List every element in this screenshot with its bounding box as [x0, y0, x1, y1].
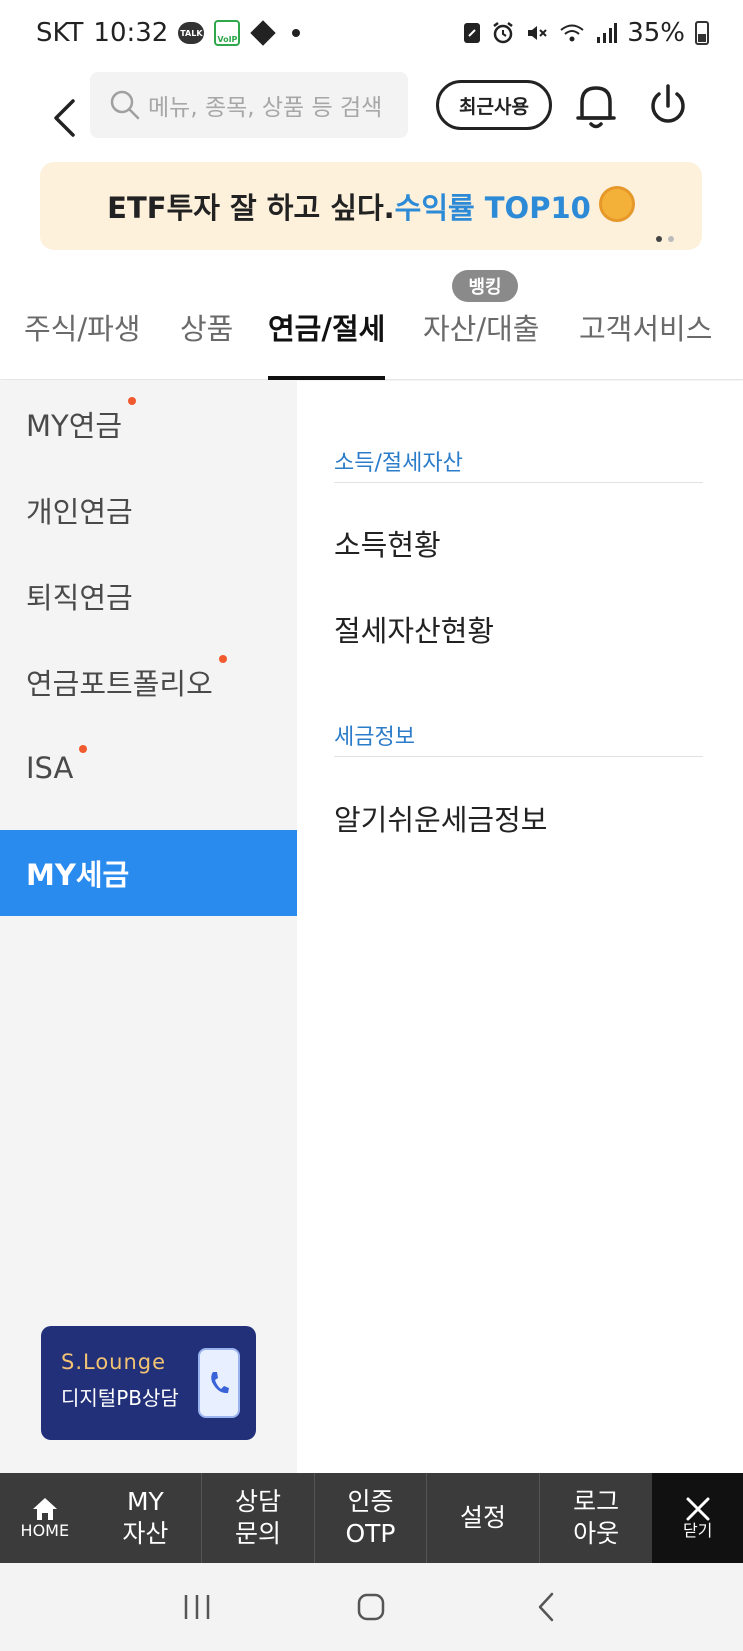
logout-power-button[interactable]: [646, 80, 690, 132]
settings-button[interactable]: 설정: [427, 1473, 540, 1563]
tab-assets-loans[interactable]: 자산/대출: [423, 306, 540, 380]
signal-icon: [597, 23, 618, 43]
banner-text: ETF투자 잘 하고 싶다.수익률 TOP10: [107, 191, 591, 225]
home-label: HOME: [20, 1521, 70, 1540]
home-button[interactable]: HOME: [0, 1473, 90, 1563]
square-home-icon: [358, 1593, 385, 1621]
recent-apps-icon: [184, 1595, 210, 1619]
nfc-icon: [464, 23, 481, 43]
notification-button[interactable]: [574, 80, 618, 132]
battery-icon: [695, 21, 709, 45]
recent-apps-button[interactable]: [177, 1587, 217, 1627]
new-dot: [79, 745, 88, 753]
alarm-icon: [493, 22, 513, 44]
banking-badge: 뱅킹: [452, 270, 518, 302]
new-dot: [218, 655, 227, 663]
my-assets-button[interactable]: MY 자산: [90, 1473, 203, 1563]
section-title-tax-info: 세금정보: [334, 707, 703, 757]
tab-pension-tax[interactable]: 연금/절세: [268, 306, 386, 380]
phone-icon: [198, 1348, 240, 1418]
banner-highlight: 수익률 TOP10: [394, 191, 591, 225]
search-placeholder: 메뉴, 종목, 상품 등 검색: [148, 95, 383, 121]
banner-pager: [656, 236, 674, 242]
medal-icon: [598, 186, 635, 222]
power-icon: [651, 84, 685, 123]
s-lounge-banner[interactable]: S.Lounge 디지털PB상담: [41, 1326, 256, 1440]
diamond-icon: [250, 20, 277, 46]
side-item-personal-pension[interactable]: 개인연금: [0, 467, 297, 553]
recent-used-button[interactable]: 최근사용: [436, 80, 552, 130]
pager-dot-active: [656, 236, 662, 242]
system-nav-bar: [0, 1563, 743, 1651]
battery-percent: 35%: [627, 18, 685, 48]
pager-dot: [668, 236, 674, 242]
carrier-label: SKT: [36, 18, 84, 48]
menu-item-easy-tax-info[interactable]: 알기쉬운세금정보: [334, 797, 547, 839]
menu-item-income-status[interactable]: 소득현황: [334, 522, 441, 564]
section-title-income-tax-assets: 소득/절세자산: [334, 433, 703, 483]
category-tabs: 뱅킹 주식/파생 상품 연금/절세 자산/대출 고객서비스: [0, 262, 743, 380]
back-arrow-icon: [538, 1592, 554, 1622]
side-item-my-tax[interactable]: MY세금: [0, 830, 297, 916]
tab-stocks[interactable]: 주식/파생: [24, 306, 141, 380]
close-icon: [686, 1497, 710, 1521]
search-icon: [110, 90, 140, 120]
chevron-left-icon: [54, 99, 75, 137]
system-back-button[interactable]: [526, 1587, 566, 1627]
consult-button[interactable]: 상담 문의: [202, 1473, 315, 1563]
new-dot: [128, 397, 137, 405]
bell-icon: [576, 86, 616, 129]
close-menu-button[interactable]: 닫기: [652, 1473, 743, 1563]
tab-products[interactable]: 상품: [180, 306, 233, 380]
home-icon: [32, 1498, 57, 1520]
wifi-icon: [560, 24, 584, 42]
header: 메뉴, 종목, 상품 등 검색 최근사용: [0, 66, 743, 176]
auth-otp-button[interactable]: 인증 OTP: [315, 1473, 428, 1563]
bottom-nav: HOME MY 자산 상담 문의 인증 OTP 설정 로그 아웃 닫기: [0, 1473, 743, 1563]
promo-banner[interactable]: ETF투자 잘 하고 싶다.수익률 TOP10: [40, 162, 702, 250]
logout-button[interactable]: 로그 아웃: [540, 1473, 653, 1563]
side-menu: MY연금 개인연금 퇴직연금 연금포트폴리오 ISA MY세금 S.Lounge…: [0, 381, 297, 1473]
side-item-pension-portfolio[interactable]: 연금포트폴리오: [0, 639, 297, 725]
voip-wifi-icon: VoIP: [214, 20, 241, 46]
status-bar: SKT 10:32 TALK VoIP 35%: [0, 0, 743, 66]
close-label: 닫기: [682, 1521, 713, 1540]
system-home-button[interactable]: [351, 1587, 391, 1627]
talk-icon: TALK: [178, 22, 205, 44]
side-item-isa[interactable]: ISA: [0, 725, 297, 811]
search-input[interactable]: 메뉴, 종목, 상품 등 검색: [90, 72, 408, 138]
side-item-retirement-pension[interactable]: 퇴직연금: [0, 553, 297, 639]
back-button[interactable]: [44, 90, 84, 146]
submenu-panel: 소득/절세자산 소득현황 절세자산현황 세금정보 알기쉬운세금정보: [297, 381, 743, 1473]
clock: 10:32: [93, 18, 169, 48]
side-item-my-pension[interactable]: MY연금: [0, 381, 297, 467]
menu-item-tax-saving-assets[interactable]: 절세자산현황: [334, 608, 494, 650]
tab-customer-service[interactable]: 고객서비스: [579, 306, 712, 380]
dot-icon: [292, 29, 301, 37]
mute-icon: [528, 26, 547, 40]
